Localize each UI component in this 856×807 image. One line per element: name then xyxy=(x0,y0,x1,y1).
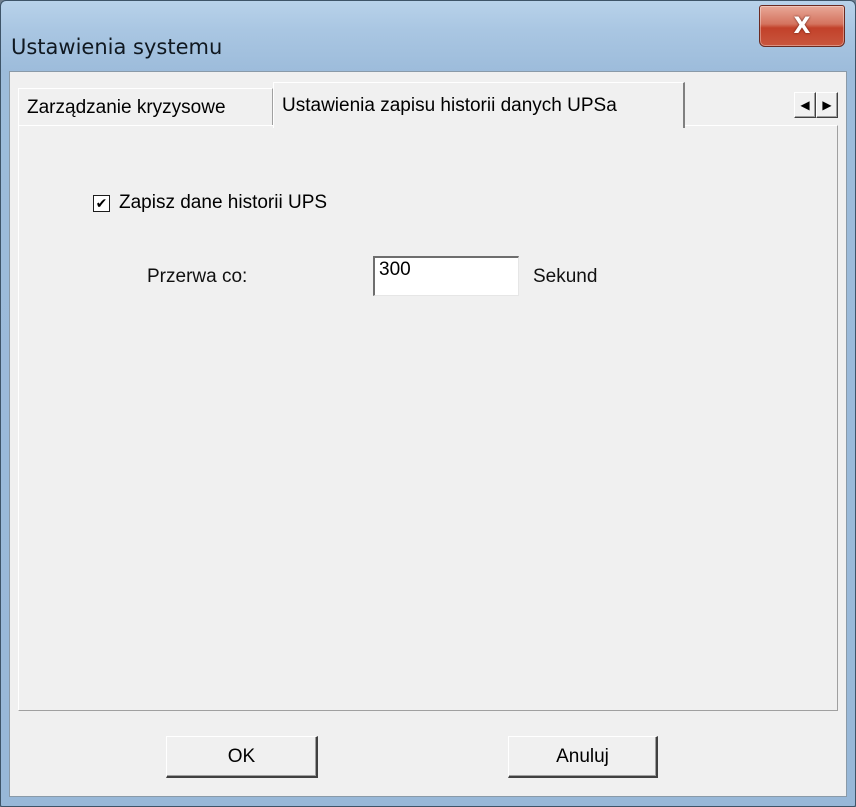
ok-button[interactable]: OK xyxy=(166,736,318,778)
cancel-button[interactable]: Anuluj xyxy=(508,736,658,778)
interval-label: Przerwa co: xyxy=(147,266,248,287)
tab-scroll-left-icon[interactable]: ◀ xyxy=(794,92,816,118)
tab-strip: Zarządzanie kryzysowe Ustawienia zapisu … xyxy=(18,82,838,128)
tab-scroll-buttons: ◀ ▶ xyxy=(794,92,838,118)
tab-panel: ✔ Zapisz dane historii UPS Przerwa co: S… xyxy=(18,125,838,711)
dialog-client-area: Zarządzanie kryzysowe Ustawienia zapisu … xyxy=(9,71,847,797)
save-history-option[interactable]: ✔ Zapisz dane historii UPS xyxy=(93,192,327,214)
interval-input[interactable] xyxy=(373,256,519,296)
save-history-label: Zapisz dane historii UPS xyxy=(119,192,328,213)
window-title: Ustawienia systemu xyxy=(11,35,223,59)
title-bar[interactable]: Ustawienia systemu X xyxy=(1,1,855,71)
tab-scroll-right-icon[interactable]: ▶ xyxy=(816,92,838,118)
unit-label: Sekund xyxy=(533,266,598,287)
close-icon: X xyxy=(793,13,811,39)
save-history-checkbox[interactable]: ✔ xyxy=(93,194,110,212)
tab-crisis-management[interactable]: Zarządzanie kryzysowe xyxy=(18,88,273,126)
close-button[interactable]: X xyxy=(759,5,845,47)
tab-history-settings[interactable]: Ustawienia zapisu historii danych UPSa xyxy=(273,82,685,128)
dialog-window: Ustawienia systemu X Zarządzanie kryzyso… xyxy=(0,0,856,807)
